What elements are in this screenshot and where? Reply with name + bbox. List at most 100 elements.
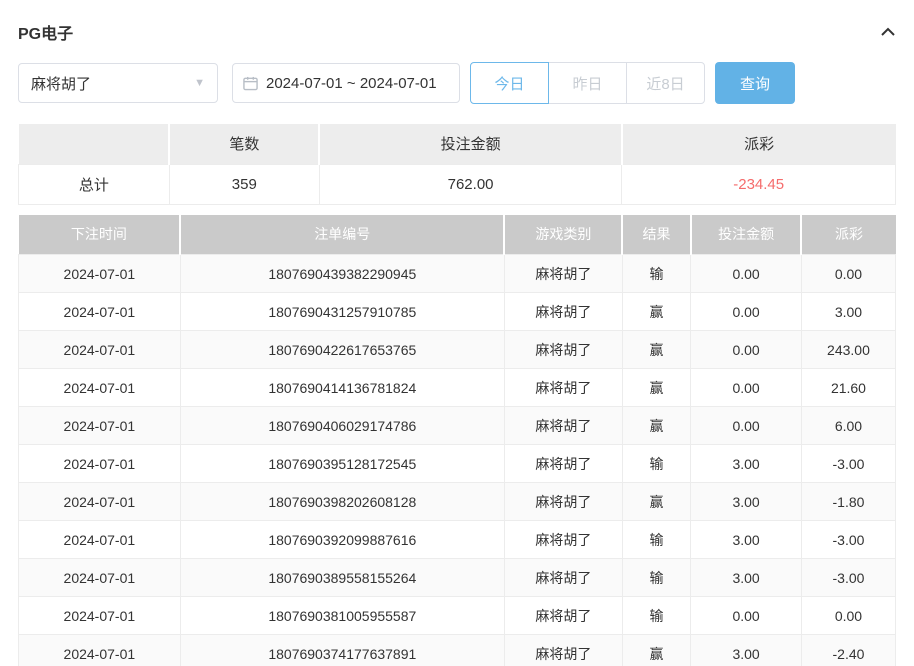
cell-bet-amount: 0.00 <box>691 369 802 407</box>
table-row: 2024-07-011807690395128172545麻将胡了输3.00-3… <box>19 445 896 483</box>
cell-game-type: 麻将胡了 <box>504 445 622 483</box>
cell-bet-time: 2024-07-01 <box>19 407 181 445</box>
table-row: 2024-07-011807690406029174786麻将胡了赢0.006.… <box>19 407 896 445</box>
game-select-value: 麻将胡了 <box>31 73 91 94</box>
cell-bet-id: 1807690381005955587 <box>180 597 504 635</box>
date-range-input[interactable]: 2024-07-01 ~ 2024-07-01 <box>232 63 460 103</box>
cell-result: 赢 <box>622 331 691 369</box>
cell-result: 输 <box>622 559 691 597</box>
collapse-button[interactable] <box>880 24 896 40</box>
panel-header: PG电子 <box>18 0 896 52</box>
cell-game-type: 麻将胡了 <box>504 559 622 597</box>
cell-bet-time: 2024-07-01 <box>19 635 181 666</box>
cell-bet-time: 2024-07-01 <box>19 597 181 635</box>
cell-bet-amount: 3.00 <box>691 445 802 483</box>
quick-range-group: 今日昨日近8日 <box>470 62 705 104</box>
header-bet-amount: 投注金额 <box>691 215 802 255</box>
cell-bet-time: 2024-07-01 <box>19 255 181 293</box>
cell-result: 赢 <box>622 369 691 407</box>
table-row: 2024-07-011807690414136781824麻将胡了赢0.0021… <box>19 369 896 407</box>
summary-header-row: 笔数投注金额派彩 <box>19 124 896 164</box>
cell-bet-time: 2024-07-01 <box>19 559 181 597</box>
cell-result: 输 <box>622 445 691 483</box>
cell-bet-id: 1807690422617653765 <box>180 331 504 369</box>
cell-payout: 6.00 <box>801 407 895 445</box>
summary-count: 359 <box>169 164 319 204</box>
cell-payout: 3.00 <box>801 293 895 331</box>
summary-payout: -234.45 <box>622 164 896 204</box>
cell-game-type: 麻将胡了 <box>504 635 622 666</box>
table-row: 2024-07-011807690389558155264麻将胡了输3.00-3… <box>19 559 896 597</box>
header-payout: 派彩 <box>801 215 895 255</box>
cell-bet-time: 2024-07-01 <box>19 369 181 407</box>
bet-table-header-row: 下注时间注单编号游戏类别结果投注金额派彩 <box>19 215 896 255</box>
summary-header-cell-3: 派彩 <box>622 124 896 164</box>
cell-bet-id: 1807690431257910785 <box>180 293 504 331</box>
cell-result: 输 <box>622 597 691 635</box>
table-row: 2024-07-011807690422617653765麻将胡了赢0.0024… <box>19 331 896 369</box>
date-range-value: 2024-07-01 ~ 2024-07-01 <box>266 75 437 92</box>
quick-range-button-1[interactable]: 昨日 <box>548 62 627 104</box>
table-row: 2024-07-011807690392099887616麻将胡了输3.00-3… <box>19 521 896 559</box>
cell-game-type: 麻将胡了 <box>504 521 622 559</box>
cell-bet-id: 1807690389558155264 <box>180 559 504 597</box>
cell-bet-amount: 3.00 <box>691 559 802 597</box>
cell-bet-amount: 3.00 <box>691 635 802 666</box>
summary-table: 笔数投注金额派彩 总计 359 762.00 -234.45 <box>18 124 896 205</box>
header-result: 结果 <box>622 215 691 255</box>
cell-game-type: 麻将胡了 <box>504 369 622 407</box>
search-button[interactable]: 查询 <box>715 62 795 104</box>
cell-bet-id: 1807690395128172545 <box>180 445 504 483</box>
table-row: 2024-07-011807690439382290945麻将胡了输0.000.… <box>19 255 896 293</box>
summary-bet-amount: 762.00 <box>319 164 622 204</box>
cell-game-type: 麻将胡了 <box>504 255 622 293</box>
summary-header-cell-2: 投注金额 <box>319 124 622 164</box>
cell-bet-time: 2024-07-01 <box>19 445 181 483</box>
cell-game-type: 麻将胡了 <box>504 407 622 445</box>
bet-table-body: 2024-07-011807690439382290945麻将胡了输0.000.… <box>19 255 896 666</box>
cell-bet-id: 1807690374177637891 <box>180 635 504 666</box>
cell-bet-id: 1807690398202608128 <box>180 483 504 521</box>
cell-payout: -1.80 <box>801 483 895 521</box>
cell-bet-time: 2024-07-01 <box>19 331 181 369</box>
filter-bar: 麻将胡了 ▼ 2024-07-01 ~ 2024-07-01 今日昨日近8日 查… <box>18 62 896 104</box>
cell-bet-amount: 3.00 <box>691 521 802 559</box>
cell-game-type: 麻将胡了 <box>504 293 622 331</box>
cell-bet-id: 1807690392099887616 <box>180 521 504 559</box>
cell-bet-amount: 0.00 <box>691 331 802 369</box>
game-record-panel: PG电子 麻将胡了 ▼ 2024-07-01 ~ 2024-07-01 今日昨日… <box>0 0 914 666</box>
game-select[interactable]: 麻将胡了 ▼ <box>18 63 218 103</box>
cell-result: 输 <box>622 255 691 293</box>
chevron-up-icon <box>880 24 896 40</box>
header-bet-time: 下注时间 <box>19 215 181 255</box>
summary-header-cell-1: 笔数 <box>169 124 319 164</box>
cell-payout: 0.00 <box>801 255 895 293</box>
calendar-icon <box>243 76 258 91</box>
cell-result: 输 <box>622 521 691 559</box>
cell-bet-amount: 0.00 <box>691 407 802 445</box>
header-game-type: 游戏类别 <box>504 215 622 255</box>
table-row: 2024-07-011807690398202608128麻将胡了赢3.00-1… <box>19 483 896 521</box>
quick-range-button-0[interactable]: 今日 <box>470 62 549 104</box>
cell-payout: 21.60 <box>801 369 895 407</box>
cell-game-type: 麻将胡了 <box>504 483 622 521</box>
chevron-down-icon: ▼ <box>194 77 205 89</box>
quick-range-button-2[interactable]: 近8日 <box>626 62 705 104</box>
cell-bet-time: 2024-07-01 <box>19 293 181 331</box>
cell-payout: -2.40 <box>801 635 895 666</box>
summary-total-row: 总计 359 762.00 -234.45 <box>19 164 896 204</box>
summary-total-label: 总计 <box>19 164 170 204</box>
cell-bet-amount: 0.00 <box>691 597 802 635</box>
header-bet-id: 注单编号 <box>180 215 504 255</box>
cell-bet-amount: 3.00 <box>691 483 802 521</box>
cell-bet-id: 1807690414136781824 <box>180 369 504 407</box>
cell-result: 赢 <box>622 407 691 445</box>
cell-result: 赢 <box>622 483 691 521</box>
cell-bet-time: 2024-07-01 <box>19 521 181 559</box>
summary-header-cell-0 <box>19 124 170 164</box>
cell-game-type: 麻将胡了 <box>504 597 622 635</box>
cell-bet-id: 1807690406029174786 <box>180 407 504 445</box>
cell-bet-id: 1807690439382290945 <box>180 255 504 293</box>
bet-table: 下注时间注单编号游戏类别结果投注金额派彩 2024-07-01180769043… <box>18 215 896 666</box>
panel-title: PG电子 <box>18 20 73 44</box>
